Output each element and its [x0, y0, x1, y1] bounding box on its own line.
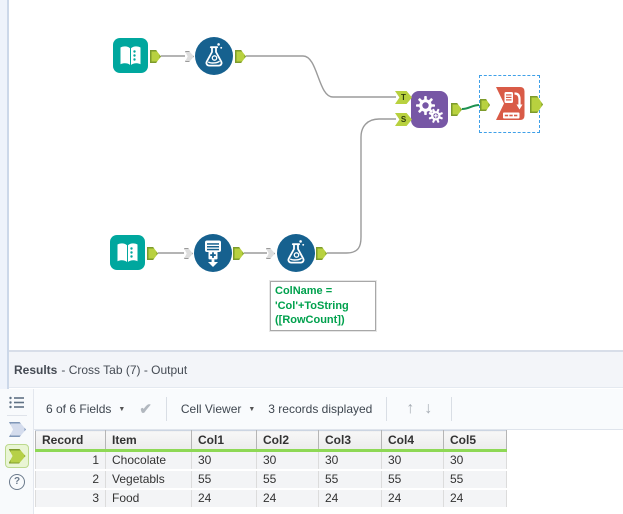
- wire-macro-crosstab-selected: [462, 105, 480, 109]
- cell-col5[interactable]: 30: [444, 451, 507, 470]
- workflow-canvas[interactable]: T S: [0, 0, 623, 350]
- column-header-item[interactable]: Item: [106, 431, 192, 451]
- cell-col2[interactable]: 30: [257, 451, 319, 470]
- cell-col1[interactable]: 55: [192, 470, 257, 489]
- tool-text-input-1[interactable]: [113, 38, 148, 73]
- canvas-left-edge: [0, 0, 9, 389]
- results-title-suffix: - Cross Tab (7) - Output: [61, 363, 187, 377]
- toolbar-separator: [166, 397, 167, 421]
- text-input-icon: [110, 235, 145, 270]
- metadata-list-icon[interactable]: [9, 396, 25, 409]
- tool-generate-rows[interactable]: [194, 234, 232, 272]
- scroll-up-button[interactable]: ↑: [406, 400, 414, 418]
- cell-item[interactable]: Chocolate: [106, 451, 192, 470]
- fields-dropdown[interactable]: 6 of 6 Fields ▼: [46, 402, 125, 416]
- cell-viewer-label: Cell Viewer: [181, 402, 241, 416]
- results-toolbar: 6 of 6 Fields ▼ ✔ Cell Viewer ▼ 3 record…: [34, 389, 623, 430]
- tool-text-input-2[interactable]: [110, 235, 145, 270]
- results-left-rail: ?: [0, 389, 34, 514]
- cell-item[interactable]: Vegetabls: [106, 470, 192, 489]
- cell-col3[interactable]: 24: [319, 489, 382, 508]
- column-header-col4[interactable]: Col4: [382, 431, 444, 451]
- records-displayed-label: 3 records displayed: [268, 402, 372, 416]
- table-row: 2 Vegetabls 55 55 55 55 55: [36, 470, 507, 489]
- input-anchor-view-icon[interactable]: [9, 422, 26, 437]
- fields-dropdown-label: 6 of 6 Fields: [46, 402, 111, 416]
- anchor-label-t: T: [401, 93, 406, 102]
- table-row: 1 Chocolate 30 30 30 30 30: [36, 451, 507, 470]
- tool-formula-1[interactable]: [195, 37, 233, 75]
- cell-col1[interactable]: 24: [192, 489, 257, 508]
- output-anchor-view-icon: [9, 449, 26, 464]
- cell-col3[interactable]: 30: [319, 451, 382, 470]
- cross-tab-icon: [491, 84, 528, 123]
- cell-col5[interactable]: 24: [444, 489, 507, 508]
- table-header-row: Record Item Col1 Col2 Col3 Col4 Col5: [36, 431, 507, 451]
- macro-gears-icon: [411, 91, 448, 128]
- output-anchor-view-selected[interactable]: [5, 444, 29, 468]
- tool-annotation[interactable]: ColName = 'Col'+ToString ([RowCount]): [270, 281, 376, 331]
- results-table: Record Item Col1 Col2 Col3 Col4 Col5 1 C…: [35, 430, 507, 509]
- chevron-down-icon: ▼: [118, 406, 125, 413]
- toolbar-separator: [451, 397, 452, 421]
- wire-formula2-macro-s: [327, 119, 396, 253]
- wire-formula1-macro-t: [246, 56, 396, 97]
- column-header-col3[interactable]: Col3: [319, 431, 382, 451]
- alteryx-designer-window: T S: [0, 0, 623, 514]
- rail-divider: [7, 415, 27, 416]
- table-row: 3 Food 24 24 24 24 24: [36, 489, 507, 508]
- tool-macro[interactable]: [411, 91, 448, 128]
- cell-item[interactable]: Food: [106, 489, 192, 508]
- cell-col4[interactable]: 55: [382, 470, 444, 489]
- apply-check-icon[interactable]: ✔: [139, 400, 152, 418]
- annotation-line: ([RowCount]): [275, 313, 371, 328]
- cell-col2[interactable]: 24: [257, 489, 319, 508]
- scroll-down-button[interactable]: ↓: [424, 400, 432, 418]
- column-header-col2[interactable]: Col2: [257, 431, 319, 451]
- results-title: Results: [14, 363, 57, 377]
- tool-formula-2[interactable]: [277, 234, 315, 272]
- cell-col4[interactable]: 24: [382, 489, 444, 508]
- cell-viewer-dropdown[interactable]: Cell Viewer ▼: [181, 402, 255, 416]
- cell-record[interactable]: 1: [36, 451, 106, 470]
- column-header-record[interactable]: Record: [36, 431, 106, 451]
- records-displayed-status: 3 records displayed: [268, 402, 372, 416]
- cell-col5[interactable]: 55: [444, 470, 507, 489]
- anchor-label-s: S: [401, 115, 406, 124]
- cell-record[interactable]: 2: [36, 470, 106, 489]
- cell-col2[interactable]: 55: [257, 470, 319, 489]
- cell-col1[interactable]: 30: [192, 451, 257, 470]
- tool-cross-tab[interactable]: [491, 84, 528, 128]
- column-header-col5[interactable]: Col5: [444, 431, 507, 451]
- annotation-line: ColName =: [275, 284, 371, 299]
- results-header: Results - Cross Tab (7) - Output: [0, 352, 623, 388]
- column-header-col1[interactable]: Col1: [192, 431, 257, 451]
- results-grid: Record Item Col1 Col2 Col3 Col4 Col5 1 C…: [35, 430, 515, 514]
- cell-record[interactable]: 3: [36, 489, 106, 508]
- chevron-down-icon: ▼: [248, 406, 255, 413]
- formula-icon: [195, 37, 233, 75]
- text-input-icon: [113, 38, 148, 73]
- generate-rows-icon: [194, 234, 232, 272]
- cell-col3[interactable]: 55: [319, 470, 382, 489]
- annotation-line: 'Col'+ToString: [275, 299, 371, 314]
- help-icon[interactable]: ?: [9, 474, 25, 490]
- cell-col4[interactable]: 30: [382, 451, 444, 470]
- toolbar-separator: [386, 397, 387, 421]
- formula-icon: [277, 234, 315, 272]
